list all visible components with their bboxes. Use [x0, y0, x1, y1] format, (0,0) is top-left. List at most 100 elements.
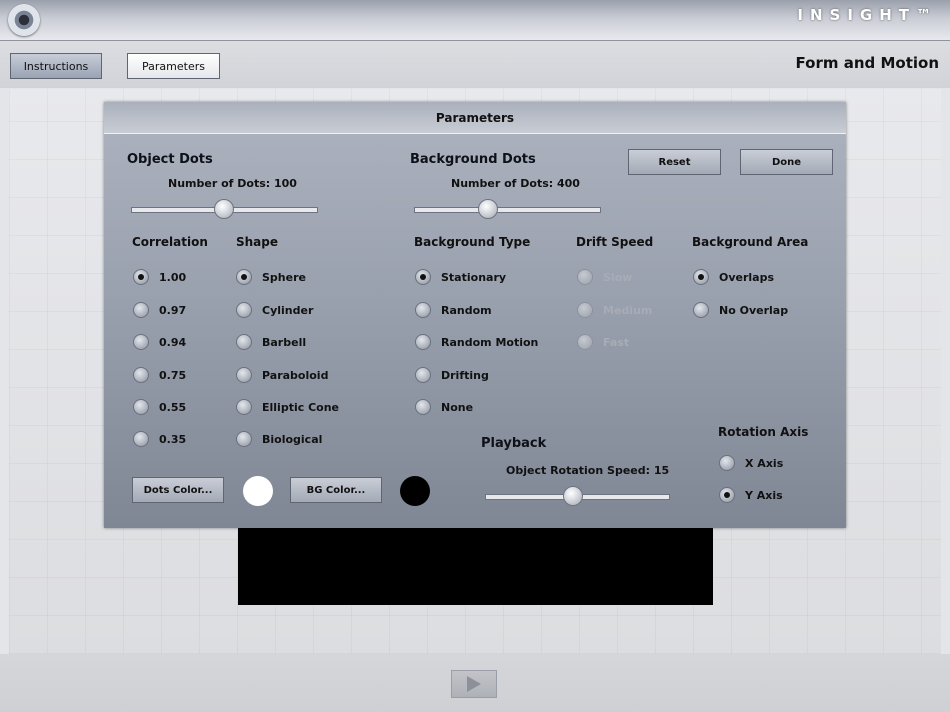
- object-dots-title: Object Dots: [127, 152, 213, 167]
- background-dots-slider-track[interactable]: [414, 207, 601, 213]
- correlation-title: Correlation: [132, 235, 208, 249]
- background-area-option-no-overlap[interactable]: No Overlap: [693, 302, 788, 318]
- rotation-axis-option-y[interactable]: Y Axis: [719, 487, 783, 503]
- parameters-panel: Parameters Object Dots Number of Dots: 1…: [104, 102, 846, 528]
- shape-title: Shape: [236, 235, 279, 249]
- drift-speed-option-fast: Fast: [577, 334, 629, 350]
- background-dots-slider-handle[interactable]: [478, 199, 498, 219]
- radio-selected-icon: [133, 269, 149, 285]
- object-dots-slider-handle[interactable]: [214, 199, 234, 219]
- radio-selected-icon: [236, 269, 252, 285]
- object-dots-count-label: Number of Dots: 100: [168, 177, 297, 190]
- shape-option-sphere[interactable]: Sphere: [236, 269, 306, 285]
- done-button[interactable]: Done: [740, 149, 833, 175]
- radio-icon: [415, 367, 431, 383]
- dots-color-swatch[interactable]: [243, 476, 273, 506]
- radio-label: 0.35: [159, 432, 187, 446]
- panel-title: Parameters: [435, 111, 515, 125]
- radio-icon: [133, 367, 149, 383]
- instructions-button[interactable]: Instructions: [10, 53, 102, 79]
- radio-label: Sphere: [262, 270, 306, 284]
- background-type-option-none[interactable]: None: [415, 399, 473, 415]
- parameters-button[interactable]: Parameters: [127, 53, 220, 79]
- radio-label: Elliptic Cone: [262, 400, 339, 414]
- correlation-option-0-97[interactable]: 0.97: [133, 302, 186, 318]
- shape-option-paraboloid[interactable]: Paraboloid: [236, 367, 328, 383]
- rotation-axis-title: Rotation Axis: [718, 425, 809, 439]
- background-dots-title: Background Dots: [410, 152, 536, 167]
- radio-disabled-icon: [577, 334, 593, 350]
- play-button[interactable]: [451, 670, 497, 698]
- reset-button[interactable]: Reset: [628, 149, 721, 175]
- rotation-speed-label: Object Rotation Speed: 15: [506, 464, 670, 477]
- dots-color-button[interactable]: Dots Color...: [132, 477, 224, 503]
- radio-label: Barbell: [262, 335, 307, 349]
- play-icon: [467, 676, 481, 692]
- background-type-title: Background Type: [414, 235, 531, 249]
- correlation-option-0-35[interactable]: 0.35: [133, 431, 186, 447]
- rotation-speed-slider-handle[interactable]: [563, 486, 583, 506]
- bg-color-swatch[interactable]: [400, 476, 430, 506]
- correlation-option-0-75[interactable]: 0.75: [133, 367, 186, 383]
- top-bar: INSIGHT™: [0, 0, 950, 41]
- radio-label: 0.94: [159, 335, 187, 349]
- radio-label: 1.00: [159, 270, 187, 284]
- shape-option-biological[interactable]: Biological: [236, 431, 322, 447]
- brand-logo: INSIGHT™: [797, 6, 938, 24]
- radio-disabled-icon: [577, 269, 593, 285]
- background-area-option-overlaps[interactable]: Overlaps: [693, 269, 774, 285]
- background-type-option-random[interactable]: Random: [415, 302, 492, 318]
- shape-option-elliptic-cone[interactable]: Elliptic Cone: [236, 399, 339, 415]
- radio-label: None: [441, 400, 474, 414]
- correlation-option-1-00[interactable]: 1.00: [133, 269, 186, 285]
- radio-label: Drifting: [441, 368, 489, 382]
- playback-title: Playback: [481, 436, 547, 451]
- radio-icon: [236, 302, 252, 318]
- radio-label: Biological: [262, 432, 323, 446]
- background-type-option-random-motion[interactable]: Random Motion: [415, 334, 538, 350]
- radio-label: 0.55: [159, 400, 187, 414]
- radio-label: Fast: [603, 335, 630, 349]
- radio-label: 0.75: [159, 368, 187, 382]
- radio-icon: [236, 334, 252, 350]
- radio-icon: [236, 431, 252, 447]
- radio-icon: [719, 455, 735, 471]
- radio-selected-icon: [693, 269, 709, 285]
- shape-option-cylinder[interactable]: Cylinder: [236, 302, 313, 318]
- correlation-option-0-94[interactable]: 0.94: [133, 334, 186, 350]
- background-type-option-drifting[interactable]: Drifting: [415, 367, 489, 383]
- radio-disabled-icon: [577, 302, 593, 318]
- radio-label: Stationary: [441, 270, 507, 284]
- app-title: Form and Motion: [795, 54, 939, 72]
- radio-icon: [133, 399, 149, 415]
- radio-label: Cylinder: [262, 303, 314, 317]
- drift-speed-option-slow: Slow: [577, 269, 632, 285]
- radio-label: Random Motion: [441, 335, 539, 349]
- radio-selected-icon: [719, 487, 735, 503]
- background-dots-count-label: Number of Dots: 400: [451, 177, 580, 190]
- radio-icon: [133, 334, 149, 350]
- background-type-option-stationary[interactable]: Stationary: [415, 269, 506, 285]
- radio-icon: [133, 431, 149, 447]
- rotation-axis-option-x[interactable]: X Axis: [719, 455, 783, 471]
- radio-icon: [236, 399, 252, 415]
- radio-label: No Overlap: [719, 303, 789, 317]
- radio-label: Random: [441, 303, 492, 317]
- display-canvas: [238, 528, 713, 605]
- background-area-title: Background Area: [692, 235, 809, 249]
- radio-icon: [415, 334, 431, 350]
- drift-speed-title: Drift Speed: [576, 235, 654, 249]
- radio-selected-icon: [415, 269, 431, 285]
- shape-option-barbell[interactable]: Barbell: [236, 334, 306, 350]
- drift-speed-option-medium: Medium: [577, 302, 652, 318]
- eye-logo-icon: [8, 4, 40, 36]
- radio-icon: [133, 302, 149, 318]
- radio-icon: [415, 302, 431, 318]
- radio-label: Medium: [603, 303, 653, 317]
- radio-label: Y Axis: [745, 488, 783, 502]
- correlation-option-0-55[interactable]: 0.55: [133, 399, 186, 415]
- bg-color-button[interactable]: BG Color...: [290, 477, 382, 503]
- radio-icon: [693, 302, 709, 318]
- panel-header: Parameters: [104, 102, 846, 134]
- radio-icon: [415, 399, 431, 415]
